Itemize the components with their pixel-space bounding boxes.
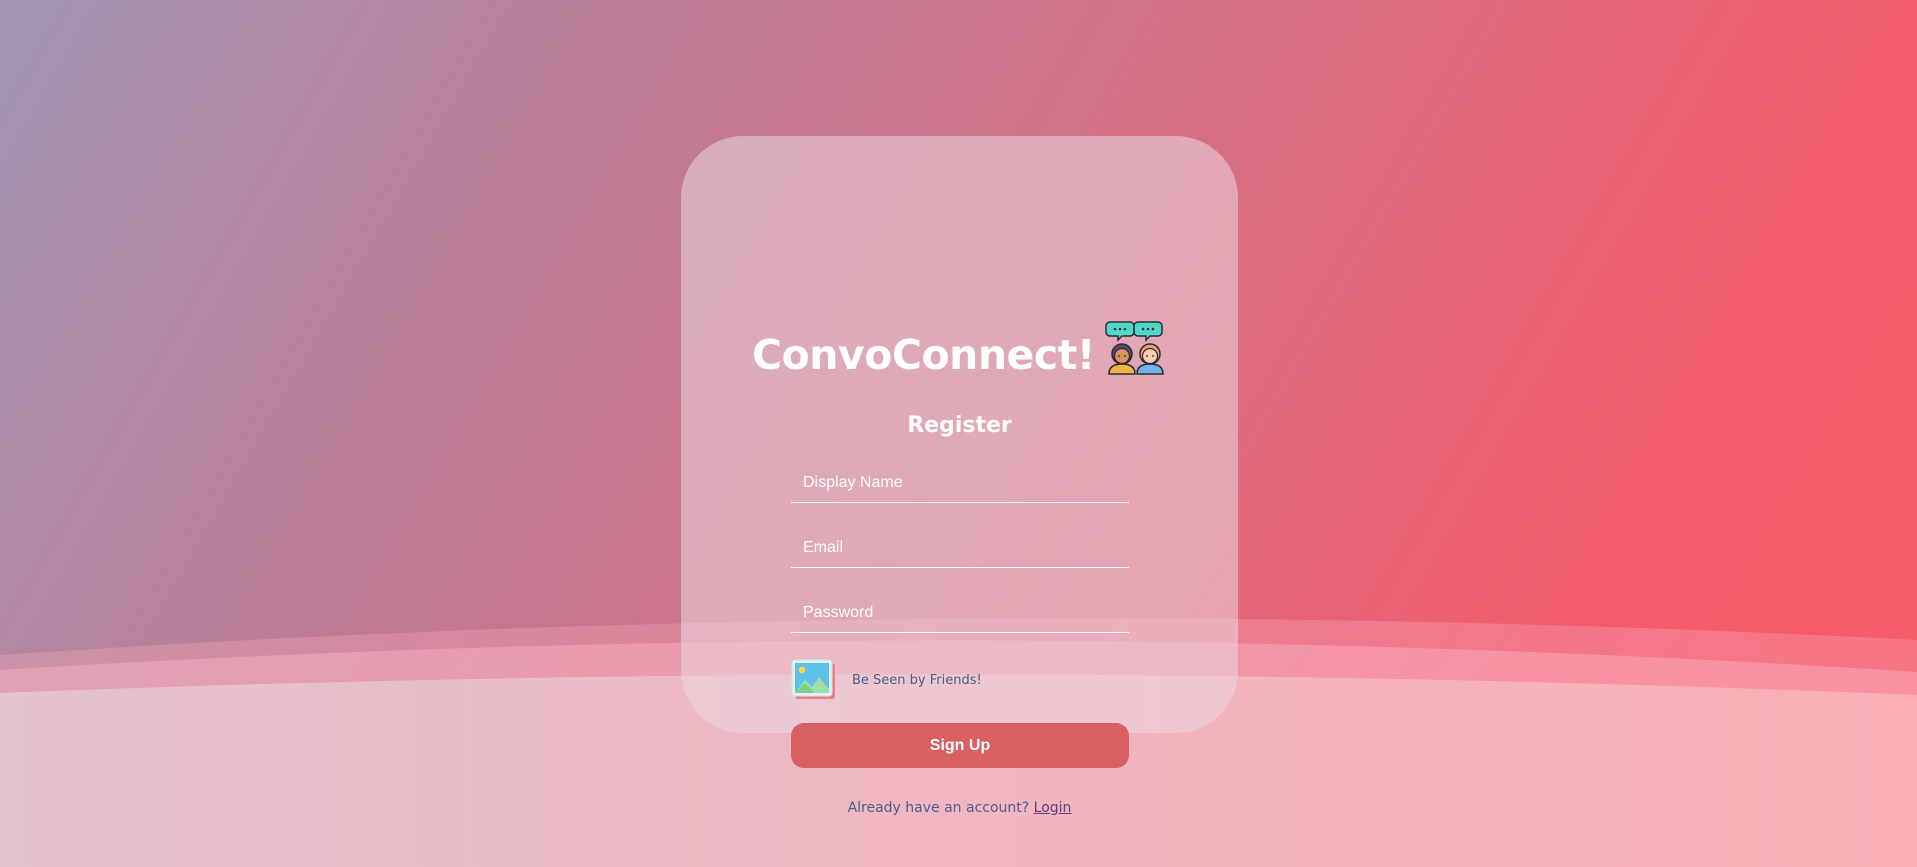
display-name-input[interactable] <box>791 463 1129 503</box>
app-title: ConvoConnect! <box>752 331 1095 379</box>
login-link[interactable]: Login <box>1034 800 1072 816</box>
login-prompt-text: Already have an account? <box>847 800 1030 816</box>
register-heading: Register <box>907 413 1012 438</box>
register-card: ConvoConnect! Register Display Name Emai… <box>681 136 1238 816</box>
password-input[interactable] <box>791 593 1129 633</box>
avatar-label: Be Seen by Friends! <box>852 672 982 688</box>
two-people-chat-bubbles-icon <box>1105 321 1164 375</box>
login-prompt: Already have an account? Login <box>681 800 1238 816</box>
email-input[interactable] <box>791 528 1129 568</box>
image-picture-icon[interactable] <box>791 659 837 701</box>
brand-header: ConvoConnect! <box>681 318 1238 380</box>
sign-up-button[interactable]: Sign Up <box>791 723 1129 768</box>
avatar-upload[interactable]: Be Seen by Friends! <box>791 659 982 701</box>
